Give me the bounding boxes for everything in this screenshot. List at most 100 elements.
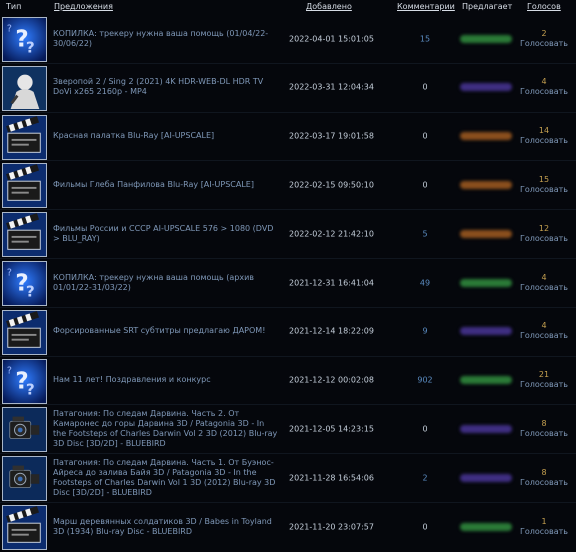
comments-count[interactable]: 902 — [396, 376, 454, 385]
added-date: 2022-04-01 15:01:05 — [289, 34, 374, 43]
camera-icon — [2, 456, 47, 502]
header-offers: Предлагает — [462, 2, 513, 11]
votes-count: 15 — [538, 174, 550, 184]
request-title-link[interactable]: Патагония: По следам Дарвина. Часть 2. О… — [53, 409, 278, 449]
votes-count: 4 — [541, 77, 547, 87]
table-row: Марш деревянных солдатиков 3D / Babes in… — [0, 503, 576, 550]
vote-link[interactable]: Голосовать — [512, 185, 576, 195]
added-date: 2022-03-31 12:04:34 — [289, 82, 374, 92]
clapper-icon — [2, 114, 47, 160]
request-title-link[interactable]: Форсированные SRT субтитры предлагаю ДАР… — [53, 326, 278, 336]
offered-by-username[interactable] — [460, 327, 512, 336]
comments-count[interactable]: 9 — [396, 327, 454, 336]
comments-count: 0 — [422, 82, 428, 92]
votes-cell: 8 Голосовать — [512, 419, 576, 439]
svg-text:?: ? — [26, 282, 35, 300]
svg-text:?: ? — [26, 38, 35, 56]
request-title-link[interactable]: Фильмы Глеба Панфилова Blu-Ray [AI-UPSCA… — [53, 180, 278, 190]
votes-cell: 8 Голосовать — [512, 468, 576, 488]
svg-text:?: ? — [7, 365, 12, 376]
header-comments[interactable]: Комментарии — [397, 2, 455, 12]
request-title-link[interactable]: Фильмы России и СССР AI-UPSCALE 576 > 10… — [53, 224, 278, 244]
votes-cell: 4 Голосовать — [512, 321, 576, 341]
table-row: Патагония: По следам Дарвина. Часть 1. О… — [0, 454, 576, 502]
offered-by-username[interactable] — [460, 180, 512, 189]
table-row: ? ? ? КОПИЛКА: трекеру нужна ваша помощь… — [0, 15, 576, 62]
votes-count: 14 — [538, 126, 550, 136]
votes-count: 4 — [541, 272, 547, 282]
votes-count: 2 — [541, 28, 547, 38]
offered-by-username[interactable] — [460, 278, 512, 287]
vote-link[interactable]: Голосовать — [512, 234, 576, 244]
table-row: Форсированные SRT субтитры предлагаю ДАР… — [0, 308, 576, 355]
offered-by-username[interactable] — [460, 424, 512, 433]
votes-cell: 4 Голосовать — [512, 77, 576, 97]
request-title-link[interactable]: Нам 11 лет! Поздравления и конкурс — [53, 375, 278, 385]
header-type: Тип — [6, 2, 22, 11]
vote-link[interactable]: Голосовать — [512, 39, 576, 49]
request-title-link[interactable]: КОПИЛКА: трекеру нужна ваша помощь (архи… — [53, 273, 278, 293]
added-date: 2021-12-31 16:41:04 — [289, 278, 374, 287]
header-offer-title[interactable]: Предложения — [54, 2, 113, 12]
comments-count[interactable]: 5 — [396, 229, 454, 238]
requests-table: Тип Предложения Добавлено Комментарии Пр… — [0, 0, 576, 552]
added-date: 2021-11-20 23:07:57 — [289, 522, 374, 531]
vote-link[interactable]: Голосовать — [512, 429, 576, 439]
comments-count: 0 — [422, 522, 428, 531]
table-row: Патагония: По следам Дарвина. Часть 2. О… — [0, 405, 576, 453]
table-row: Фильмы России и СССР AI-UPSCALE 576 > 10… — [0, 210, 576, 258]
added-date: 2022-02-15 09:50:10 — [289, 180, 374, 190]
vote-link[interactable]: Голосовать — [512, 331, 576, 341]
request-title-link[interactable]: КОПИЛКА: трекеру нужна ваша помощь (01/0… — [53, 29, 278, 49]
request-title-link[interactable]: Марш деревянных солдатиков 3D / Babes in… — [53, 517, 278, 537]
table-row: Красная палатка Blu-Ray [AI-UPSCALE] 2022… — [0, 113, 576, 160]
table-row: ? ? ? Нам 11 лет! Поздравления и конкурс… — [0, 357, 576, 404]
request-title-link[interactable]: Зверопой 2 / Sing 2 (2021) 4K HDR-WEB-DL… — [53, 77, 278, 97]
question-icon: ? ? ? — [2, 358, 47, 404]
header-votes[interactable]: Голосов — [527, 2, 561, 12]
vote-link[interactable]: Голосовать — [512, 380, 576, 390]
clapper-icon — [2, 212, 47, 258]
header-added[interactable]: Добавлено — [306, 2, 352, 12]
added-date: 2021-12-05 14:23:15 — [289, 424, 374, 434]
vote-link[interactable]: Голосовать — [512, 527, 576, 537]
comments-count[interactable]: 2 — [396, 473, 454, 482]
clapper-icon — [2, 309, 47, 355]
comments-count: 0 — [422, 424, 428, 434]
question-icon: ? ? ? — [2, 261, 47, 306]
added-date: 2021-12-12 00:02:08 — [289, 375, 374, 385]
vote-link[interactable]: Голосовать — [512, 87, 576, 97]
vote-link[interactable]: Голосовать — [512, 136, 576, 146]
table-header: Тип Предложения Добавлено Комментарии Пр… — [0, 0, 576, 14]
svg-text:?: ? — [7, 267, 12, 278]
added-date: 2021-11-28 16:54:06 — [289, 473, 374, 483]
offered-by-username[interactable] — [460, 473, 512, 482]
votes-cell: 2 Голосовать — [512, 29, 576, 49]
added-date: 2021-12-14 18:22:09 — [289, 326, 374, 336]
offered-by-username[interactable] — [460, 522, 512, 531]
votes-count: 1 — [541, 516, 547, 526]
request-title-link[interactable]: Красная палатка Blu-Ray [AI-UPSCALE] — [53, 131, 278, 141]
votes-cell: 4 Голосовать — [512, 273, 576, 293]
votes-count: 12 — [538, 223, 550, 233]
comments-count[interactable]: 49 — [396, 278, 454, 287]
clapper-icon — [2, 505, 47, 550]
table-row: Зверопой 2 / Sing 2 (2021) 4K HDR-WEB-DL… — [0, 64, 576, 111]
comments-count: 0 — [422, 180, 428, 190]
vote-link[interactable]: Голосовать — [512, 478, 576, 488]
clapper-icon — [2, 163, 47, 209]
added-date: 2022-02-12 21:42:10 — [289, 229, 374, 239]
svg-text:?: ? — [7, 23, 12, 34]
votes-cell: 12 Голосовать — [512, 224, 576, 244]
offered-by-username[interactable] — [460, 229, 512, 238]
offered-by-username[interactable] — [460, 132, 512, 141]
table-row: ? ? ? КОПИЛКА: трекеру нужна ваша помощь… — [0, 259, 576, 306]
offered-by-username[interactable] — [460, 83, 512, 92]
offered-by-username[interactable] — [460, 34, 512, 43]
offered-by-username[interactable] — [460, 376, 512, 385]
svg-text:?: ? — [26, 380, 35, 398]
added-date: 2022-03-17 19:01:58 — [289, 131, 374, 141]
comments-count[interactable]: 15 — [396, 34, 454, 43]
vote-link[interactable]: Голосовать — [512, 283, 576, 293]
request-title-link[interactable]: Патагония: По следам Дарвина. Часть 1. О… — [53, 458, 278, 498]
